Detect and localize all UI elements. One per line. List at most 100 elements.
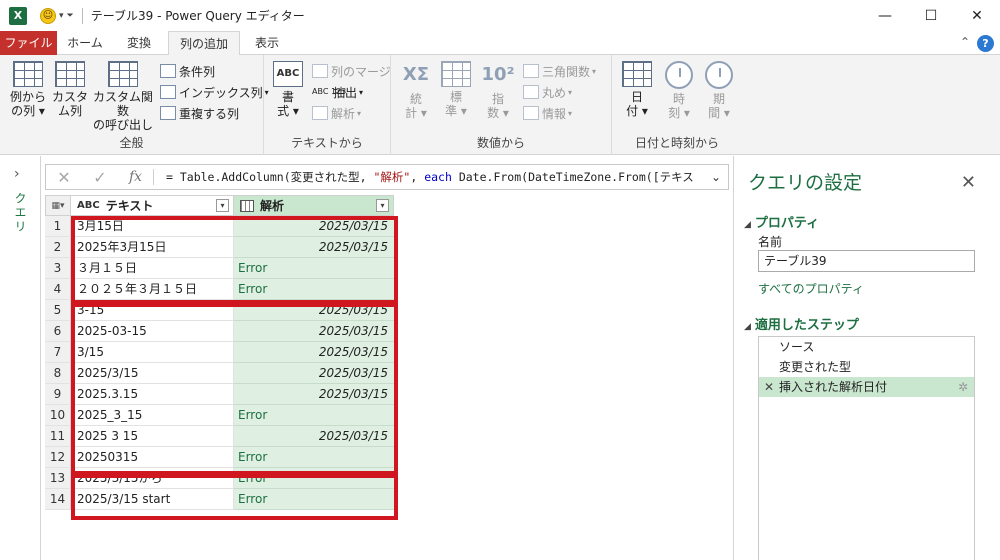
invoke-custom-function-button[interactable]: カスタム関数 の呼び出し	[90, 61, 156, 132]
text-cell[interactable]: 3-15	[71, 300, 234, 321]
formula-input[interactable]: = Table.AddColumn(変更された型, "解析", each Dat…	[154, 169, 704, 185]
parsed-date-cell[interactable]: 2025/03/15	[234, 363, 394, 384]
parsed-date-cell[interactable]: 2025/03/15	[234, 216, 394, 237]
standard-button[interactable]: 標 準 ▾	[439, 61, 473, 118]
collapse-triangle-icon[interactable]: ◢	[744, 322, 751, 332]
row-number[interactable]: 7	[45, 342, 71, 363]
table-row[interactable]: 7 3/15 2025/03/15	[45, 342, 394, 363]
row-number[interactable]: 2	[45, 237, 71, 258]
text-cell[interactable]: 2025/3/15 start	[71, 489, 234, 510]
duplicate-column-button[interactable]: 重複する列	[160, 104, 239, 122]
text-cell[interactable]: ２０２５年３月１５日	[71, 279, 234, 300]
parsed-date-cell[interactable]: 2025/03/15	[234, 300, 394, 321]
chevron-down-icon[interactable]: ⌄	[704, 170, 728, 184]
text-cell[interactable]: 2025/3/15	[71, 363, 234, 384]
error-cell[interactable]: Error	[234, 258, 394, 279]
text-cell[interactable]: 2025_3_15	[71, 405, 234, 426]
filter-dropdown-icon[interactable]: ▾	[216, 199, 229, 212]
all-properties-link[interactable]: すべてのプロパティ	[758, 280, 864, 297]
text-cell[interactable]: 2025.3.15	[71, 384, 234, 405]
row-number[interactable]: 11	[45, 426, 71, 447]
error-cell[interactable]: Error	[234, 405, 394, 426]
date-type-icon[interactable]	[240, 199, 254, 212]
rounding-button[interactable]: 丸め ▾	[523, 83, 572, 101]
chevron-right-icon[interactable]: ›	[14, 166, 20, 182]
date-button[interactable]: 日 付 ▾	[620, 61, 654, 118]
table-row[interactable]: 10 2025_3_15 Error	[45, 405, 394, 426]
statistics-button[interactable]: XΣ 統 計 ▾	[399, 61, 433, 121]
row-number[interactable]: 10	[45, 405, 71, 426]
table-row[interactable]: 6 2025-03-15 2025/03/15	[45, 321, 394, 342]
row-number[interactable]: 8	[45, 363, 71, 384]
table-row[interactable]: 14 2025/3/15 start Error	[45, 489, 394, 510]
column-header-text[interactable]: ABC テキスト ▾	[71, 195, 234, 216]
close-button[interactable]: ✕	[954, 0, 1000, 31]
gear-icon[interactable]: ✲	[958, 377, 968, 397]
text-cell[interactable]: 3月15日	[71, 216, 234, 237]
maximize-button[interactable]: ☐	[908, 0, 954, 31]
text-cell[interactable]: 2025/3/15から	[71, 468, 234, 489]
text-type-icon[interactable]: ABC	[77, 200, 100, 211]
filter-dropdown-icon[interactable]: ▾	[376, 199, 389, 212]
table-row[interactable]: 8 2025/3/15 2025/03/15	[45, 363, 394, 384]
duration-button[interactable]: 期 間 ▾	[702, 61, 736, 120]
table-row[interactable]: 12 20250315 Error	[45, 447, 394, 468]
step-item[interactable]: 変更された型	[759, 357, 974, 377]
tab-home[interactable]: ホーム	[60, 31, 110, 55]
row-number[interactable]: 5	[45, 300, 71, 321]
delete-step-icon[interactable]: ✕	[764, 377, 774, 397]
quick-access-customize-icon[interactable]: ⏷	[67, 11, 74, 21]
parsed-date-cell[interactable]: 2025/03/15	[234, 321, 394, 342]
row-number[interactable]: 1	[45, 216, 71, 237]
row-number[interactable]: 4	[45, 279, 71, 300]
parse-button[interactable]: 解析 ▾	[312, 104, 361, 122]
tab-view[interactable]: 表示	[244, 31, 290, 55]
chevron-down-icon[interactable]: ▾	[59, 11, 64, 21]
column-header-parse[interactable]: 解析 ▾	[234, 195, 394, 216]
table-row[interactable]: 13 2025/3/15から Error	[45, 468, 394, 489]
trigonometry-button[interactable]: 三角関数 ▾	[523, 62, 596, 80]
properties-section[interactable]: ◢ プロパティ	[744, 212, 819, 231]
cancel-formula-button[interactable]: ✕	[46, 168, 82, 187]
text-cell[interactable]: 2025 3 15	[71, 426, 234, 447]
text-cell[interactable]: 2025-03-15	[71, 321, 234, 342]
text-cell[interactable]: 20250315	[71, 447, 234, 468]
queries-pane-label[interactable]: クエリ	[12, 192, 29, 234]
row-number[interactable]: 14	[45, 489, 71, 510]
table-row[interactable]: 2 2025年3月15日 2025/03/15	[45, 237, 394, 258]
scientific-button[interactable]: 10² 指 数 ▾	[481, 61, 515, 121]
table-row[interactable]: 3 ３月１５日 Error	[45, 258, 394, 279]
table-row[interactable]: 5 3-15 2025/03/15	[45, 300, 394, 321]
error-cell[interactable]: Error	[234, 468, 394, 489]
fx-icon[interactable]: fx	[118, 169, 154, 185]
table-row[interactable]: 4 ２０２５年３月１５日 Error	[45, 279, 394, 300]
column-from-examples-button[interactable]: 例から の列 ▾	[6, 61, 50, 118]
step-item-selected[interactable]: ✕ 挿入された解析日付 ✲	[759, 377, 974, 397]
collapse-triangle-icon[interactable]: ◢	[744, 220, 751, 230]
table-row[interactable]: 1 3月15日 2025/03/15	[45, 216, 394, 237]
tab-file[interactable]: ファイル	[0, 31, 57, 55]
error-cell[interactable]: Error	[234, 489, 394, 510]
row-number[interactable]: 13	[45, 468, 71, 489]
table-row[interactable]: 11 2025 3 15 2025/03/15	[45, 426, 394, 447]
close-icon[interactable]: ✕	[961, 172, 976, 193]
smiley-feedback-icon[interactable]: ☺	[40, 7, 56, 24]
step-item[interactable]: ソース	[759, 337, 974, 357]
error-cell[interactable]: Error	[234, 447, 394, 468]
conditional-column-button[interactable]: 条件列	[160, 62, 215, 80]
parsed-date-cell[interactable]: 2025/03/15	[234, 426, 394, 447]
text-cell[interactable]: 2025年3月15日	[71, 237, 234, 258]
tab-add-column[interactable]: 列の追加	[168, 31, 240, 56]
text-cell[interactable]: ３月１５日	[71, 258, 234, 279]
custom-column-button[interactable]: カスタ ム列	[52, 61, 88, 118]
index-column-button[interactable]: インデックス列 ▾	[160, 83, 269, 101]
parsed-date-cell[interactable]: 2025/03/15	[234, 237, 394, 258]
format-button[interactable]: ABC 書 式 ▾	[270, 61, 306, 118]
error-cell[interactable]: Error	[234, 279, 394, 300]
row-number[interactable]: 6	[45, 321, 71, 342]
time-button[interactable]: 時 刻 ▾	[662, 61, 696, 120]
query-name-input[interactable]: テーブル39	[758, 250, 975, 272]
minimize-button[interactable]: —	[862, 0, 908, 31]
tab-transform[interactable]: 変換	[114, 31, 164, 55]
table-menu-icon[interactable]: ▦▾	[45, 195, 71, 216]
